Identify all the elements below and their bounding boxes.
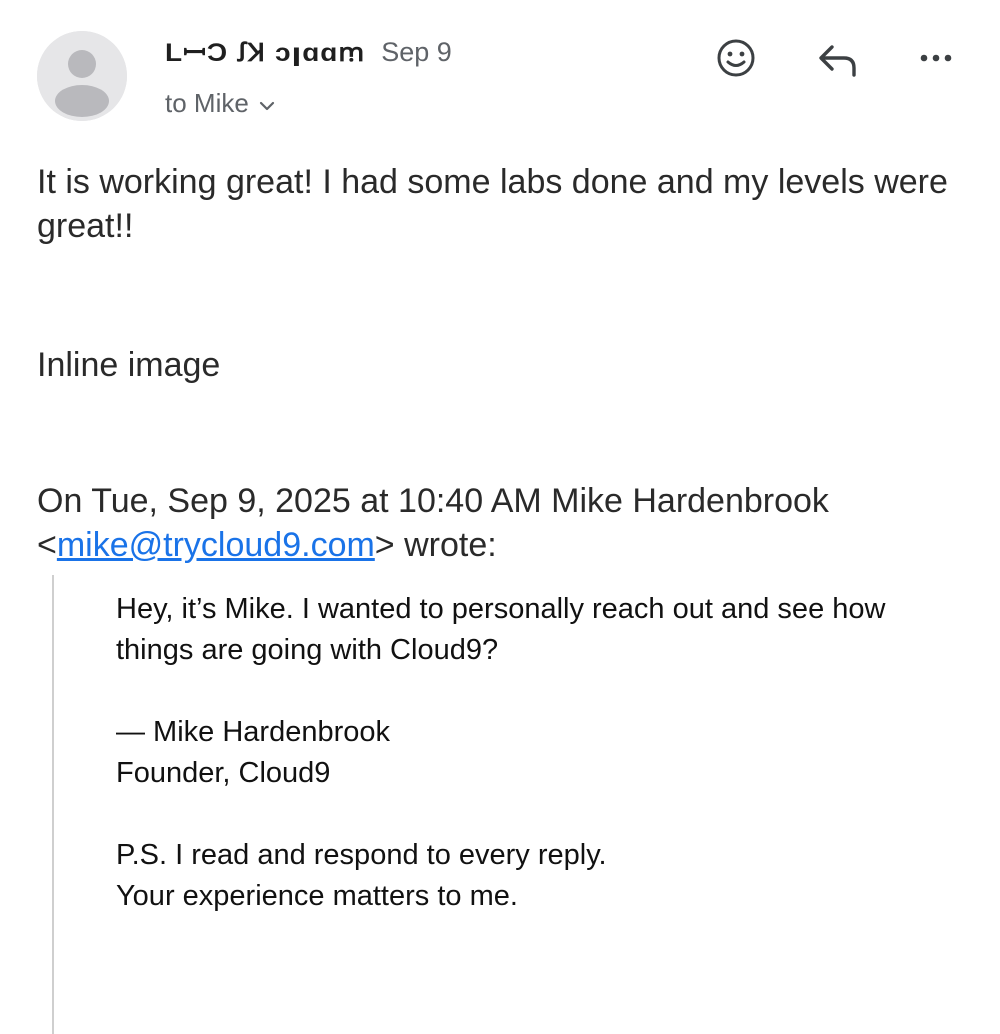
chevron-down-icon: [259, 88, 275, 119]
reply-icon: [819, 45, 856, 77]
signature-name: — Mike Hardenbrook: [116, 716, 390, 748]
quoted-paragraph: Hey, it’s Mike. I wanted to personally r…: [116, 593, 886, 666]
recipient-label: to Mike: [165, 87, 249, 118]
emoji-reaction-button[interactable]: [708, 30, 764, 86]
email-close-bracket: >: [374, 526, 395, 564]
sender-name[interactable]: LꟷƆ ꭍꞰ ɔꞁɑɑꭑ: [165, 35, 365, 69]
more-options-icon: [920, 54, 952, 62]
sender-email-link[interactable]: mike@trycloud9.com: [57, 526, 375, 564]
emoji-reaction-icon: [717, 39, 755, 77]
reply-button[interactable]: [810, 32, 866, 88]
default-avatar-icon: [37, 31, 127, 121]
quote-attribution-text: On Tue, Sep 9, 2025 at 10:40 AM Mike Har…: [37, 482, 829, 520]
inline-image-placeholder[interactable]: Inline image: [37, 343, 220, 387]
message-body: It is working great! I had some labs don…: [37, 163, 948, 245]
quote-wrote-label: wrote:: [394, 526, 497, 564]
quote-attribution: On Tue, Sep 9, 2025 at 10:40 AM Mike Har…: [37, 479, 977, 567]
email-open-bracket: <: [37, 526, 57, 564]
message-date: Sep 9: [381, 36, 452, 67]
ps-line-2: Your experience matters to me.: [116, 880, 518, 912]
quoted-message-content: Hey, it’s Mike. I wanted to personally r…: [116, 589, 946, 917]
more-options-button[interactable]: [908, 30, 964, 86]
sender-row: LꟷƆ ꭍꞰ ɔꞁɑɑꭑ Sep 9: [165, 32, 452, 72]
sender-avatar[interactable]: [37, 31, 127, 121]
message-header: LꟷƆ ꭍꞰ ɔꞁɑɑꭑ Sep 9 to Mike: [0, 0, 1000, 140]
recipient-toggle[interactable]: to Mike: [165, 84, 275, 122]
signature-title: Founder, Cloud9: [116, 757, 331, 789]
ps-line-1: P.S. I read and respond to every reply.: [116, 839, 607, 871]
quoted-message: Hey, it’s Mike. I wanted to personally r…: [52, 575, 954, 1034]
